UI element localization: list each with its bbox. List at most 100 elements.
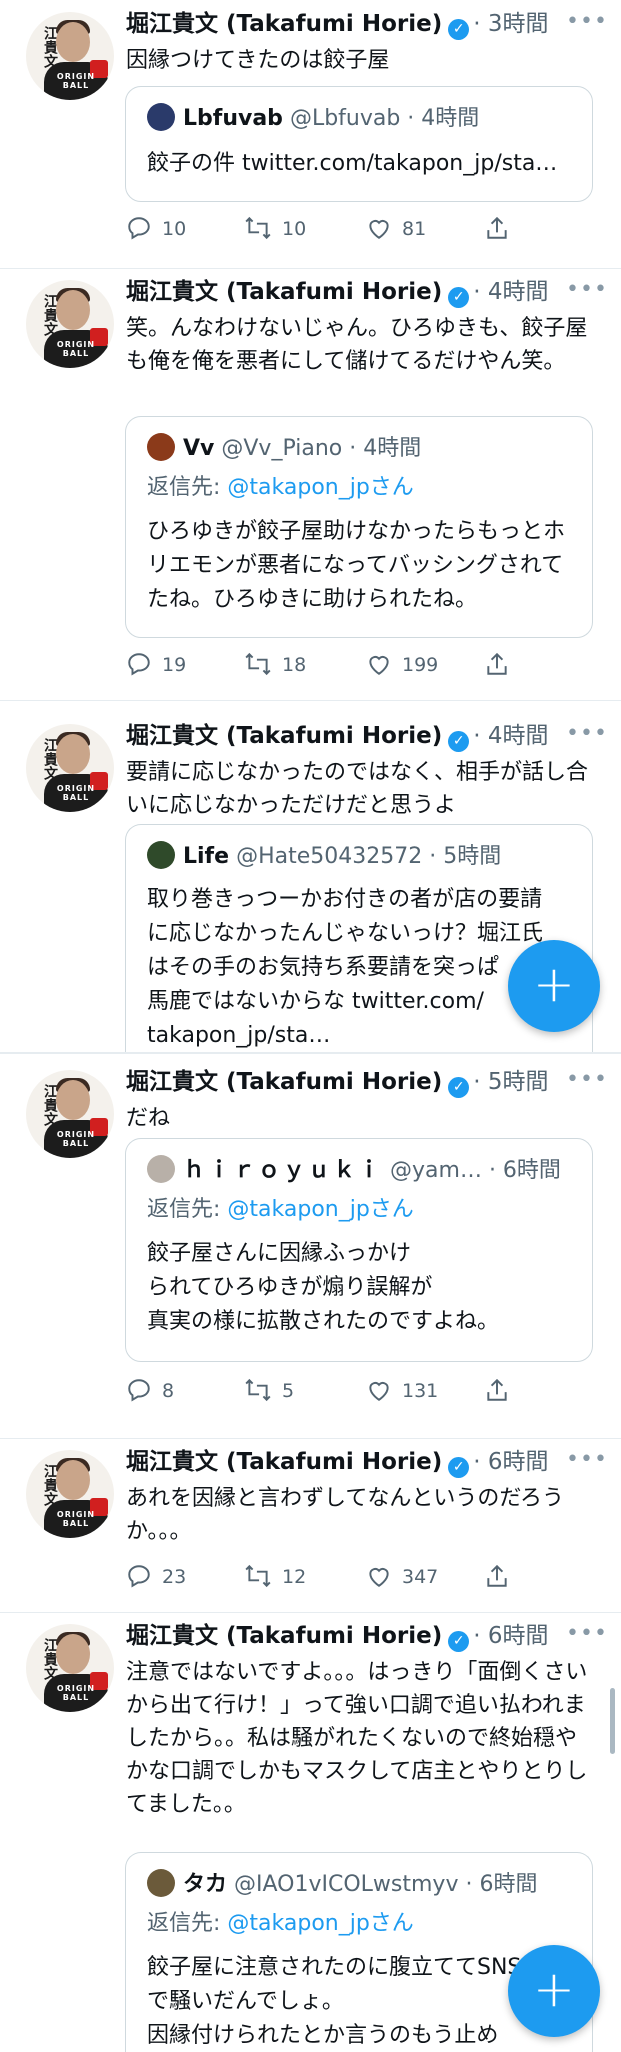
avatar[interactable]: 江貴文 ORIGIN BALL [26, 1624, 114, 1712]
scrollbar[interactable] [610, 1688, 615, 1754]
retweet-icon [245, 1378, 271, 1402]
avatar[interactable]: 江貴文 ORIGIN BALL [26, 724, 114, 812]
tweet-header: 堀江貴文 (Takafumi Horie) ✓ · 4時間 [126, 276, 548, 308]
verified-icon: ✓ [448, 287, 470, 308]
retweet-button[interactable]: 18 [244, 650, 306, 680]
tweet-actions: 8 5 131 [126, 1376, 596, 1406]
author-name[interactable]: 堀江貴文 (Takafumi Horie) [126, 11, 442, 37]
retweet-button[interactable]: 12 [244, 1562, 306, 1592]
quoted-avatar [147, 103, 175, 131]
heart-icon [369, 1382, 389, 1401]
more-options-icon[interactable]: ••• [566, 722, 607, 746]
avatar-shirt-text: ORIGIN BALL [56, 1684, 96, 1702]
quoted-handle: @yam… · 6時間 [390, 1158, 561, 1183]
reply-button[interactable]: 8 [126, 1376, 174, 1406]
author-name[interactable]: 堀江貴文 (Takafumi Horie) [126, 1623, 442, 1649]
quoted-tweet[interactable]: Lbfuvab @Lbfuvab · 4時間 餃子の件 twitter.com/… [125, 86, 593, 202]
share-button[interactable] [484, 214, 520, 244]
avatar-shirt-text: ORIGIN BALL [56, 1510, 96, 1528]
tweet-header: 堀江貴文 (Takafumi Horie) ✓ · 5時間 [126, 1066, 548, 1098]
like-button[interactable]: 199 [366, 650, 438, 680]
reply-button[interactable]: 10 [126, 214, 186, 244]
quoted-tweet[interactable]: ｈｉｒｏｙｕｋｉ @yam… · 6時間 返信先: @takapon_jpさん … [125, 1138, 593, 1362]
avatar[interactable]: 江貴文 ORIGIN BALL [26, 280, 114, 368]
avatar-shirt-text: ORIGIN BALL [56, 340, 96, 358]
reply-prefix: 返信先: [147, 475, 228, 500]
quoted-text: 餃子屋さんに因縁ふっかけ られてひろゆきが煽り誤解が 真実の様に拡散されたのです… [147, 1241, 500, 1334]
verified-icon: ✓ [448, 1457, 470, 1478]
avatar[interactable]: 江貴文 ORIGIN BALL [26, 12, 114, 100]
reply-button[interactable]: 19 [126, 650, 186, 680]
reply-prefix: 返信先: [147, 1911, 228, 1936]
like-button[interactable]: 347 [366, 1562, 438, 1592]
like-button[interactable]: 131 [366, 1376, 438, 1406]
verified-icon: ✓ [448, 1631, 470, 1652]
tweet-time[interactable]: · 6時間 [473, 1623, 548, 1649]
quoted-handle: @Vv_Piano · 4時間 [221, 436, 422, 461]
retweet-button[interactable]: 10 [244, 214, 306, 244]
reply-count: 8 [162, 1380, 175, 1402]
tweet-actions: 23 12 347 [126, 1562, 596, 1592]
quoted-handle: @Hate50432572 · 5時間 [236, 844, 502, 869]
tweet-header: 堀江貴文 (Takafumi Horie) ✓ · 6時間 [126, 1620, 548, 1652]
verified-icon: ✓ [448, 1077, 470, 1098]
avatar[interactable]: 江貴文 ORIGIN BALL [26, 1070, 114, 1158]
share-icon [487, 216, 507, 239]
tweet-time[interactable]: · 4時間 [473, 279, 548, 305]
heart-icon [369, 656, 389, 675]
like-button[interactable]: 81 [366, 214, 426, 244]
author-name[interactable]: 堀江貴文 (Takafumi Horie) [126, 279, 442, 305]
tweet-text: 注意ではないですよ。。。はっきり「面倒くさいから出て行け！」って強い口調で追い払… [126, 1660, 588, 1817]
reply-icon [128, 1565, 150, 1588]
heart-icon [369, 220, 389, 239]
compose-tweet-button[interactable]: + [508, 940, 600, 1032]
more-options-icon[interactable]: ••• [566, 1622, 607, 1646]
reply-to-link[interactable]: @takapon_jpさん [227, 1197, 413, 1222]
tweet-header: 堀江貴文 (Takafumi Horie) ✓ · 3時間 [126, 8, 548, 40]
retweet-button[interactable]: 5 [244, 1376, 294, 1406]
author-name[interactable]: 堀江貴文 (Takafumi Horie) [126, 723, 442, 749]
share-button[interactable] [484, 1376, 520, 1406]
share-icon [487, 652, 507, 675]
compose-tweet-button[interactable]: + [508, 1945, 600, 2037]
reply-context: 返信先: @takapon_jpさん [147, 1909, 414, 1939]
share-icon [487, 1564, 507, 1587]
tweet-text: 因縁つけてきたのは餃子屋 [126, 48, 390, 73]
quoted-handle: @IAO1vICOLwstmyv · 6時間 [234, 1872, 538, 1897]
tweet-time[interactable]: · 3時間 [473, 11, 548, 37]
like-count: 131 [402, 1380, 439, 1402]
quoted-avatar [147, 433, 175, 461]
like-count: 199 [402, 654, 439, 676]
more-options-icon[interactable]: ••• [566, 278, 607, 302]
tweet-time[interactable]: · 5時間 [473, 1069, 548, 1095]
verified-icon: ✓ [448, 731, 470, 752]
avatar-title: 江貴文 [42, 294, 58, 336]
tweet-time[interactable]: · 4時間 [473, 723, 548, 749]
tweet-time[interactable]: · 6時間 [473, 1449, 548, 1475]
more-options-icon[interactable]: ••• [566, 1068, 607, 1092]
tweet-actions: 10 10 81 [126, 214, 596, 244]
reply-to-link[interactable]: @takapon_jpさん [227, 1911, 413, 1936]
retweet-icon [245, 1564, 271, 1588]
avatar[interactable]: 江貴文 ORIGIN BALL [26, 1450, 114, 1538]
retweet-count: 12 [282, 1566, 307, 1588]
quoted-avatar [147, 1869, 175, 1897]
avatar-shirt-text: ORIGIN BALL [56, 72, 96, 90]
quoted-author-name: Lbfuvab [183, 106, 283, 131]
share-button[interactable] [484, 650, 520, 680]
more-options-icon[interactable]: ••• [566, 1448, 607, 1472]
avatar-shirt-text: ORIGIN BALL [56, 1130, 96, 1148]
quoted-author-name: Vv [183, 436, 215, 461]
share-button[interactable] [484, 1562, 520, 1592]
reply-to-link[interactable]: @takapon_jpさん [227, 475, 413, 500]
avatar-title: 江貴文 [42, 1464, 58, 1506]
plus-icon: + [533, 955, 575, 1013]
author-name[interactable]: 堀江貴文 (Takafumi Horie) [126, 1069, 442, 1095]
quoted-author-name: タカ [183, 1872, 228, 1897]
author-name[interactable]: 堀江貴文 (Takafumi Horie) [126, 1449, 442, 1475]
more-options-icon[interactable]: ••• [566, 10, 607, 34]
reply-button[interactable]: 23 [126, 1562, 186, 1592]
quoted-tweet[interactable]: Vv @Vv_Piano · 4時間 返信先: @takapon_jpさん ひろ… [125, 416, 593, 638]
quoted-header: ｈｉｒｏｙｕｋｉ @yam… · 6時間 [147, 1155, 561, 1185]
avatar-title: 江貴文 [42, 26, 58, 68]
